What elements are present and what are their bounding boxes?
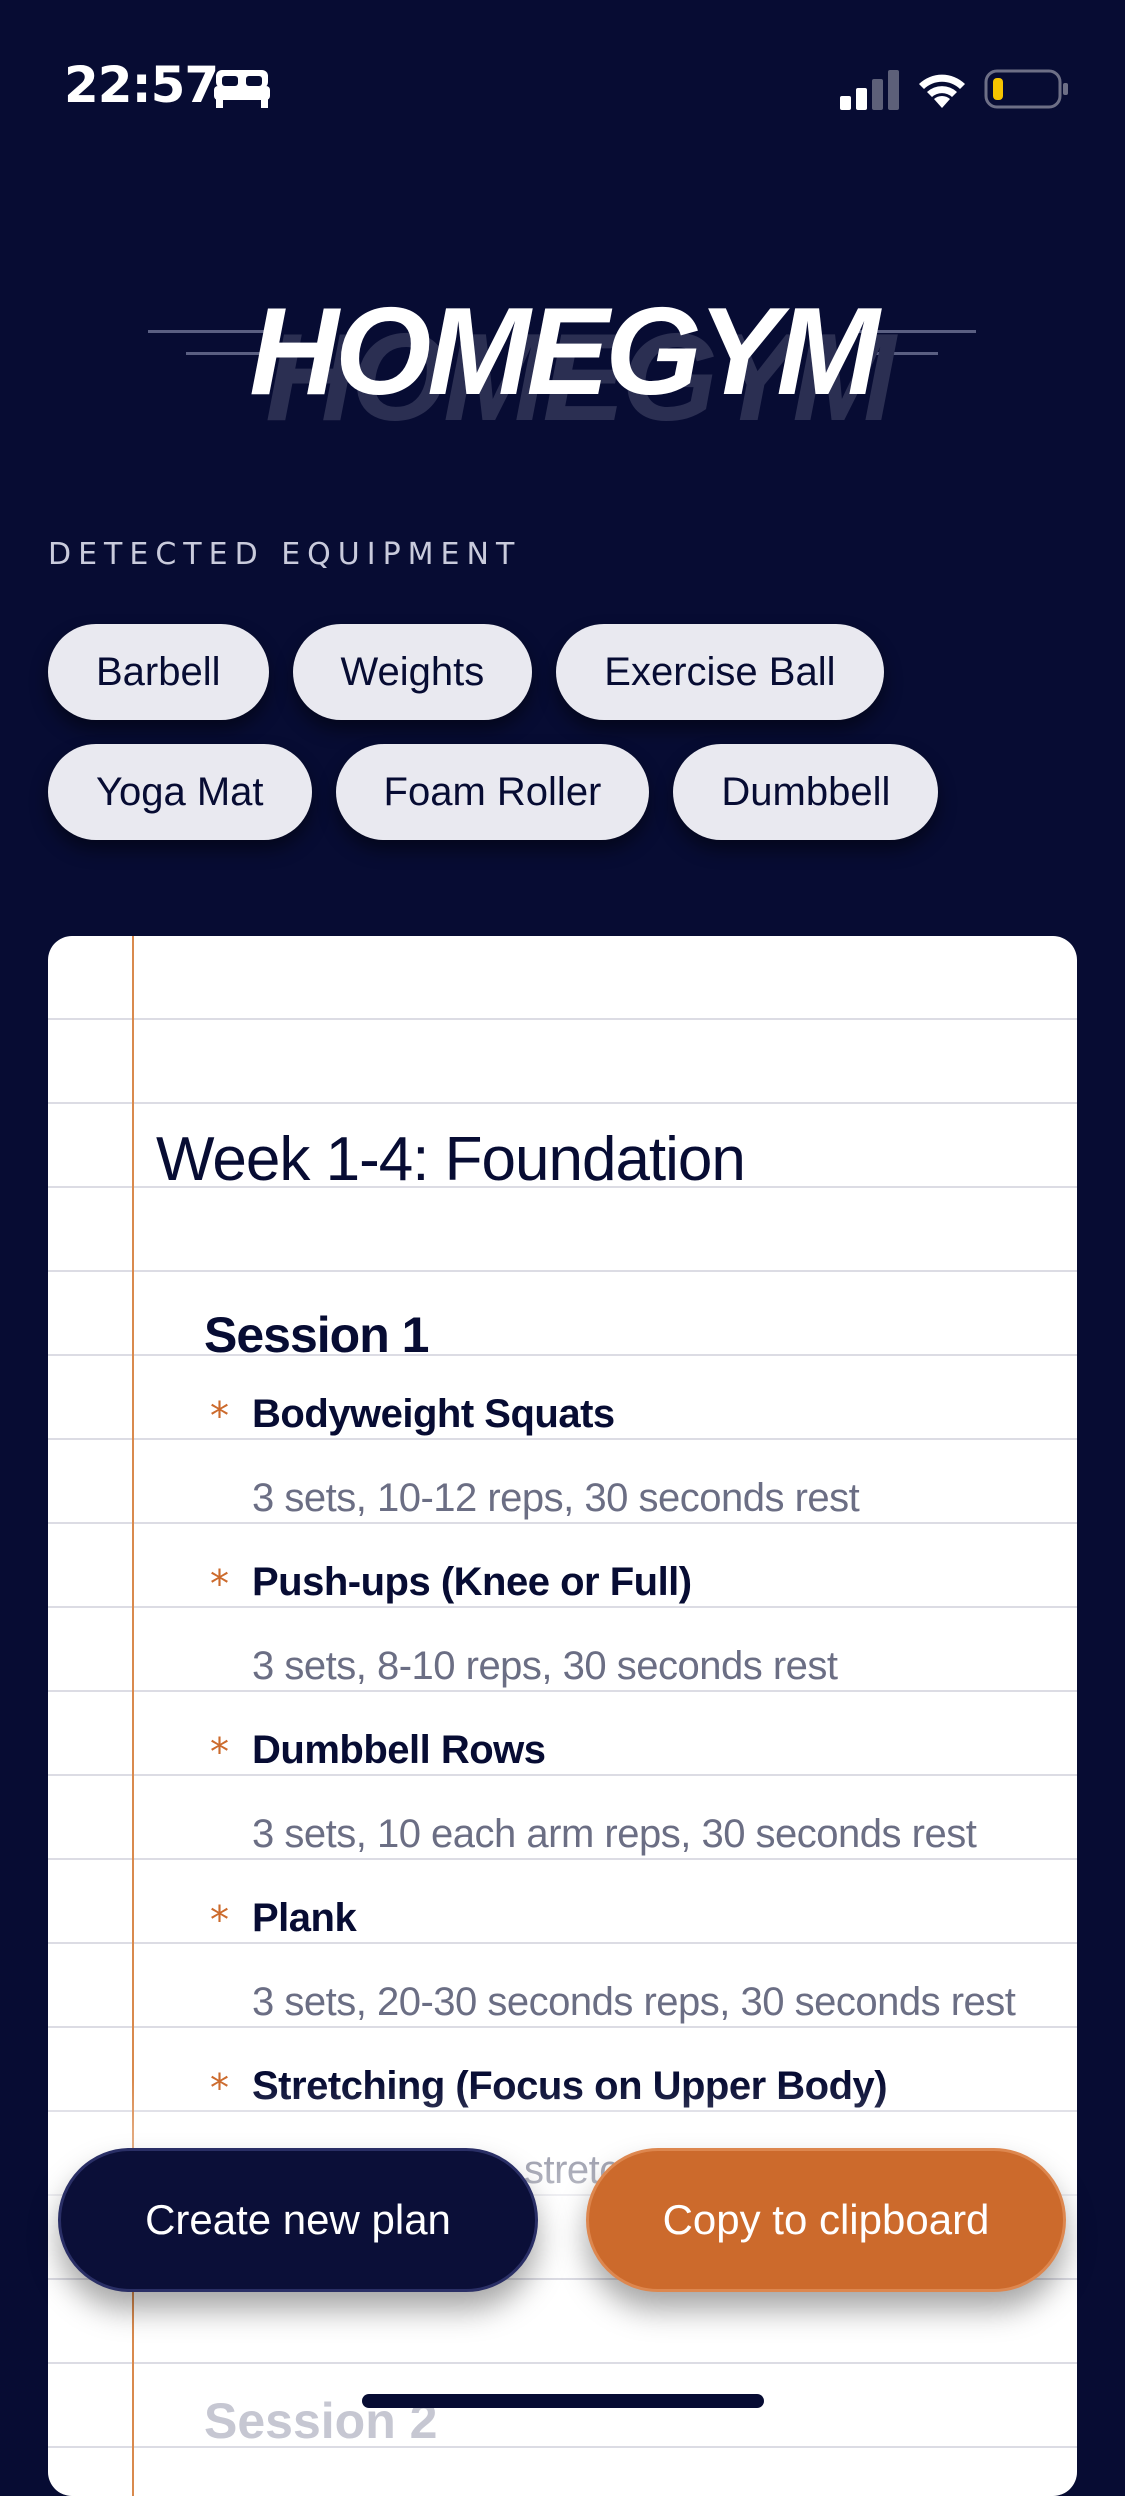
status-time: 22:57: [64, 56, 219, 114]
week-heading: Week 1-4: Foundation: [156, 1125, 746, 1194]
copy-to-clipboard-button[interactable]: Copy to clipboard: [586, 2148, 1066, 2292]
app-logo: HOMEGYM HOMEGYM: [0, 270, 1125, 440]
create-new-plan-button[interactable]: Create new plan: [58, 2148, 538, 2292]
exercise-detail: 3 sets, 8-10 reps, 30 seconds rest: [252, 1644, 838, 1688]
battery-low-icon: [984, 69, 1068, 109]
equipment-chip[interactable]: Foam Roller: [335, 744, 650, 840]
exercise-name: Dumbbell Rows: [252, 1728, 546, 1772]
wifi-icon: [919, 74, 965, 108]
exercise-name: Plank: [252, 1896, 357, 1940]
exercise-name: Bodyweight Squats: [252, 1392, 615, 1436]
bullet-star-icon: *: [210, 1898, 229, 1942]
equipment-chip-row: Barbell Weights Exercise Ball: [48, 624, 1088, 720]
equipment-chip[interactable]: Weights: [292, 624, 533, 720]
logo-title: HOMEGYM: [249, 283, 879, 421]
cellular-signal-icon: [840, 70, 899, 110]
bullet-star-icon: *: [210, 1394, 229, 1438]
exercise-name: Push-ups (Knee or Full): [252, 1560, 692, 1604]
bed-icon: [214, 70, 270, 108]
session-heading: Session 1: [204, 1307, 429, 1363]
bullet-star-icon: *: [210, 2066, 229, 2110]
equipment-chip[interactable]: Dumbbell: [673, 744, 939, 840]
bullet-star-icon: *: [210, 1730, 229, 1774]
equipment-section-label: DETECTED EQUIPMENT: [48, 537, 522, 572]
status-bar: 22:57: [0, 0, 1125, 150]
equipment-chip[interactable]: Exercise Ball: [556, 624, 884, 720]
equipment-chip-row: Yoga Mat Foam Roller Dumbbell: [48, 744, 1088, 840]
equipment-chip-list: Barbell Weights Exercise Ball Yoga Mat F…: [48, 624, 1088, 864]
bullet-star-icon: *: [210, 1562, 229, 1606]
equipment-chip[interactable]: Barbell: [48, 624, 269, 720]
exercise-detail: 3 sets, 20-30 seconds reps, 30 seconds r…: [252, 1980, 1016, 2024]
equipment-chip[interactable]: Yoga Mat: [48, 744, 312, 840]
exercise-detail: 3 sets, 10-12 reps, 30 seconds rest: [252, 1476, 860, 1520]
exercise-name: Stretching (Focus on Upper Body): [252, 2064, 888, 2108]
exercise-detail: 3 sets, 10 each arm reps, 30 seconds res…: [252, 1812, 977, 1856]
home-indicator[interactable]: [362, 2394, 764, 2408]
